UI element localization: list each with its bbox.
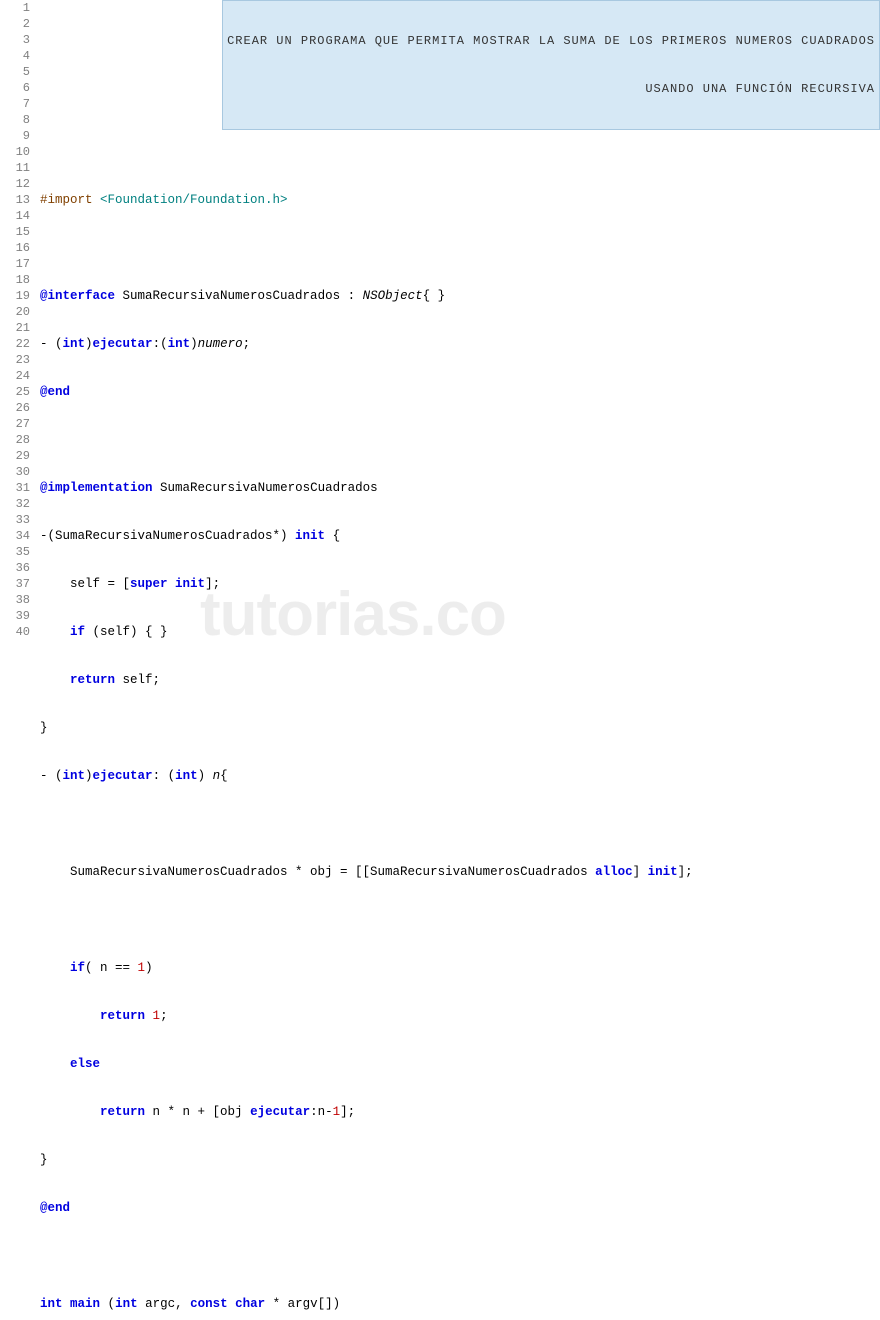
line-number: 35 [0,544,30,560]
code-line: self = [super init]; [40,576,880,592]
line-number: 14 [0,208,30,224]
line-number: 40 [0,624,30,640]
line-number: 15 [0,224,30,240]
line-number: 7 [0,96,30,112]
line-number: 20 [0,304,30,320]
line-number: 30 [0,464,30,480]
line-number: 18 [0,272,30,288]
line-number: 31 [0,480,30,496]
code-line [40,144,880,160]
code-line: - (int)ejecutar: (int) n{ [40,768,880,784]
code-line: @end [40,1200,880,1216]
code-line: int main (int argc, const char * argv[]) [40,1296,880,1312]
code-line: -(SumaRecursivaNumerosCuadrados*) init { [40,528,880,544]
code-line: @end [40,384,880,400]
code-line [40,912,880,928]
line-number: 1 [0,0,30,16]
code-line: } [40,1152,880,1168]
code-line: #import <Foundation/Foundation.h> [40,192,880,208]
code-line: @implementation SumaRecursivaNumerosCuad… [40,480,880,496]
line-number: 34 [0,528,30,544]
line-number: 12 [0,176,30,192]
line-number: 4 [0,48,30,64]
line-number: 21 [0,320,30,336]
code-line: - (int)ejecutar:(int)numero; [40,336,880,352]
comment-banner: CREAR UN PROGRAMA QUE PERMITA MOSTRAR LA… [222,0,880,130]
code-line: return n * n + [obj ejecutar:n-1]; [40,1104,880,1120]
line-number: 10 [0,144,30,160]
code-editor: 1234567891011121314151617181920212223242… [0,0,880,660]
code-line: return self; [40,672,880,688]
line-number: 8 [0,112,30,128]
line-number: 28 [0,432,30,448]
line-number: 32 [0,496,30,512]
line-number: 13 [0,192,30,208]
line-number: 33 [0,512,30,528]
line-number: 36 [0,560,30,576]
line-number: 22 [0,336,30,352]
line-number: 11 [0,160,30,176]
code-line: SumaRecursivaNumerosCuadrados * obj = [[… [40,864,880,880]
code-line [40,816,880,832]
line-number: 23 [0,352,30,368]
line-number: 6 [0,80,30,96]
line-number: 17 [0,256,30,272]
line-number: 29 [0,448,30,464]
code-line [40,240,880,256]
line-number: 16 [0,240,30,256]
code-line: else [40,1056,880,1072]
code-line: @interface SumaRecursivaNumerosCuadrados… [40,288,880,304]
code-line: } [40,720,880,736]
line-number: 39 [0,608,30,624]
line-number: 5 [0,64,30,80]
banner-line-2: USANDO UNA FUNCIÓN RECURSIVA [227,81,875,97]
line-number: 38 [0,592,30,608]
line-number: 3 [0,32,30,48]
line-number: 24 [0,368,30,384]
code-line: if (self) { } [40,624,880,640]
line-number: 2 [0,16,30,32]
line-number: 9 [0,128,30,144]
banner-line-1: CREAR UN PROGRAMA QUE PERMITA MOSTRAR LA… [227,33,875,49]
code-line: return 1; [40,1008,880,1024]
line-number: 26 [0,400,30,416]
code-line [40,1248,880,1264]
code-line: if( n == 1) [40,960,880,976]
line-number-gutter: 1234567891011121314151617181920212223242… [0,0,40,660]
line-number: 27 [0,416,30,432]
code-area[interactable]: CREAR UN PROGRAMA QUE PERMITA MOSTRAR LA… [40,0,880,660]
line-number: 37 [0,576,30,592]
code-line [40,432,880,448]
line-number: 19 [0,288,30,304]
line-number: 25 [0,384,30,400]
